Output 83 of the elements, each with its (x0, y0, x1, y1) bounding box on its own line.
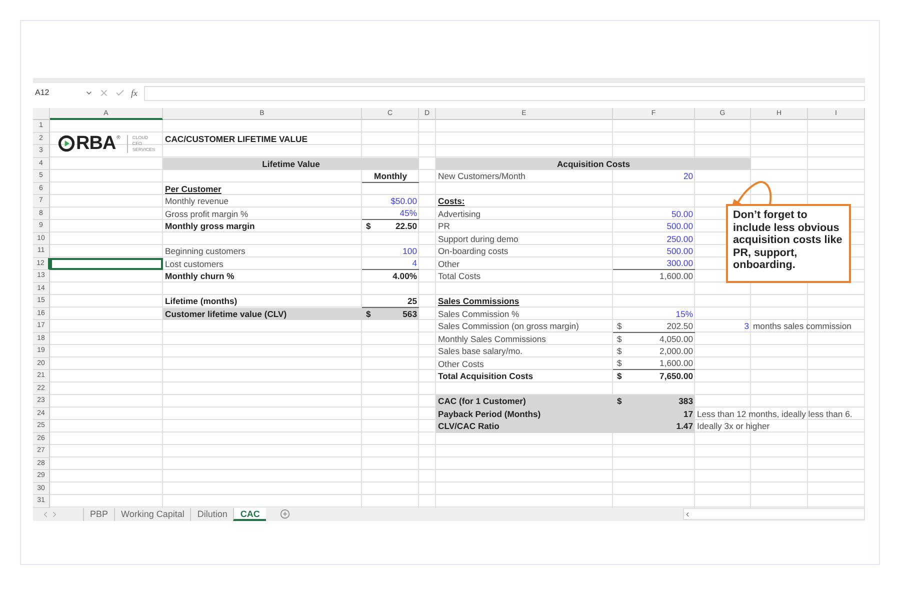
table-cell-text: 4.00% (392, 270, 418, 282)
table-cell-text: Less than 12 months, ideally less than 6. (696, 408, 854, 420)
table-cell-text: 50.00 (670, 208, 694, 220)
table-cell-text: Sales Commission % (437, 308, 520, 320)
table-cell-text: Support during demo (437, 232, 520, 245)
table-cell-text: Sales Commissions (437, 295, 520, 308)
table-cell: 1.47 (613, 420, 695, 432)
table-cell-text: Other (437, 258, 460, 270)
table-cell-text: Beginning customers (164, 245, 246, 258)
table-cell-text: 500.00 (666, 245, 694, 258)
table-cell-text: PR (437, 220, 451, 232)
currency-sign: $ (617, 346, 622, 356)
callout-note: Don’t forget to include less obvious acquisition costs like PR, support, onboarding. (726, 204, 851, 283)
table-cell: Payback Period (Months) (436, 408, 613, 420)
table-cell-text: $50.00 (390, 195, 418, 208)
scroll-right-icon[interactable] (50, 510, 59, 518)
check-icon[interactable] (115, 88, 125, 98)
table-cell-text: Lost customers (164, 258, 224, 270)
sheet-tab[interactable]: CAC (233, 508, 266, 520)
currency-sign: $ (617, 358, 622, 368)
table-cell-text: Lifetime (months) (164, 295, 238, 308)
function-button[interactable]: fx (131, 88, 138, 98)
table-cell-text: Monthly revenue (164, 195, 230, 208)
table-cell: Monthly (362, 170, 419, 182)
table-cell: Lifetime Value (163, 158, 419, 170)
table-cell: Acquisition Costs (436, 158, 751, 170)
table-cell-text: Gross profit margin % (164, 208, 250, 220)
cell-value: 1,600.00 (660, 358, 693, 368)
table-cell-text: Monthly churn % (164, 270, 236, 282)
table-cell-text: months sales commission (752, 320, 852, 332)
currency-sign: $ (617, 396, 622, 406)
formula-field[interactable] (144, 86, 865, 100)
sheet-tab[interactable]: Working Capital (114, 508, 190, 520)
table-cell-text: Advertising (437, 208, 482, 220)
table-cell: 300.00 (613, 258, 695, 270)
table-cell-text: 250.00 (666, 232, 694, 245)
ring-play-icon (58, 135, 75, 152)
table-cell-text: On-boarding costs (437, 245, 510, 258)
table-cell-text: Monthly gross margin (164, 220, 256, 232)
table-cell: CAC (for 1 Customer) (436, 395, 613, 408)
table-cell-text: 3 (743, 320, 750, 332)
currency-sign: $ (617, 320, 622, 331)
table-cell-text: CAC/CUSTOMER LIFETIME VALUE (164, 132, 308, 145)
table-cell: 17 (613, 408, 695, 420)
table-cell-text: Total Acquisition Costs (437, 370, 534, 382)
table-cell-text: Ideally 3x or higher (696, 420, 771, 432)
table-cell-text: New Customers/Month (437, 170, 526, 182)
table-cell-text: 500.00 (666, 220, 694, 232)
table-cell: 4 (362, 258, 419, 270)
table-cell-text: Total Costs (437, 270, 482, 282)
selected-cell[interactable] (50, 258, 163, 270)
cell-value: 383 (678, 396, 693, 406)
table-cell-text: Per Customer (164, 182, 222, 195)
table-cell-text: Costs: (437, 195, 466, 208)
currency-sign: $ (617, 334, 622, 344)
dropdown-icon[interactable] (85, 89, 93, 97)
table-cell-text: 15% (674, 308, 694, 320)
currency-sign: $ (366, 221, 371, 232)
currency-sign: $ (366, 308, 371, 319)
cell-value: 4,050.00 (660, 334, 693, 344)
cell-value: 563 (402, 308, 417, 319)
table-cell-text: Other Costs (437, 358, 485, 370)
horizontal-scrollbar[interactable] (683, 508, 865, 520)
add-sheet-icon[interactable] (280, 509, 290, 519)
select-all-corner[interactable] (33, 108, 50, 120)
cancel-icon[interactable] (99, 88, 109, 98)
table-cell: Customer lifetime value (CLV) (163, 308, 362, 320)
cell-value: 22.50 (395, 221, 417, 232)
table-cell-text: Sales base salary/mo. (437, 345, 524, 358)
table-cell: CLV/CAC Ratio (436, 420, 613, 432)
logo-text: RBA (76, 134, 116, 154)
sheet-tab[interactable]: PBP (83, 508, 114, 520)
cell-value: 7,650.00 (660, 371, 693, 382)
scroll-left-icon[interactable] (684, 510, 691, 518)
table-cell-text: 20 (682, 170, 694, 182)
table-cell-text: 100 (402, 245, 418, 258)
currency-sign: $ (617, 371, 622, 382)
cell-value: 2,000.00 (660, 346, 693, 356)
table-cell-text: Sales Commission (on gross margin) (437, 320, 580, 332)
cell-value: 202.50 (666, 320, 693, 331)
table-cell: 45% (362, 208, 419, 220)
table-cell-text: 1,600.00 (658, 270, 694, 282)
table-cell-text: Monthly Sales Commissions (437, 332, 547, 345)
